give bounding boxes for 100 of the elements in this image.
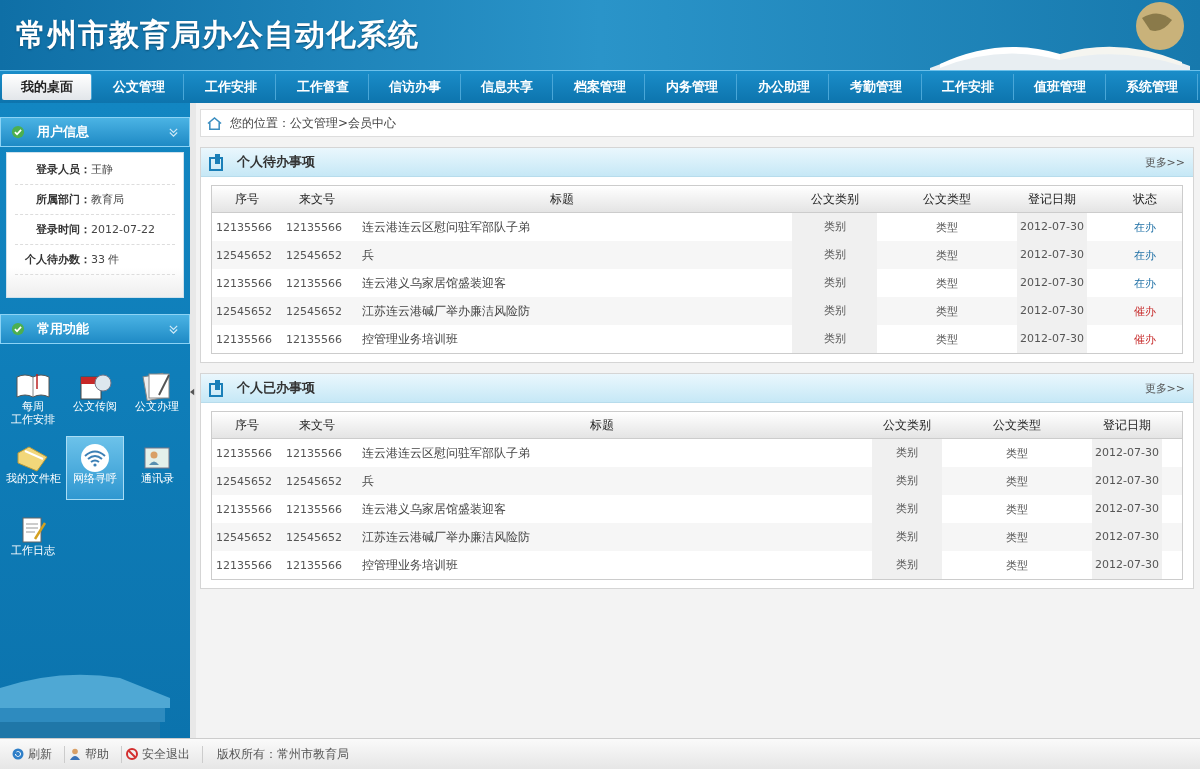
breadcrumb-text: 您的位置：公文管理>会员中心 — [230, 114, 397, 132]
column-header: 序号 — [234, 190, 260, 208]
nav-tab[interactable]: 值班管理 — [1015, 74, 1106, 100]
nav-tab[interactable]: 信访办事 — [370, 74, 461, 100]
info-value: 2012-07-22 — [91, 223, 155, 236]
check-icon — [11, 125, 25, 139]
nav-tab[interactable]: 内务管理 — [647, 74, 738, 100]
column-header: 来文号 — [298, 190, 336, 208]
refresh-link[interactable]: 刷新 — [8, 745, 65, 763]
table-cell-text: 12545652 — [215, 304, 273, 318]
panel-title: 个人已办事项 — [237, 379, 316, 397]
info-label: 登录人员： — [35, 162, 91, 177]
column-header: 标题 — [589, 416, 615, 434]
table-cell-text: 12135566 — [215, 332, 273, 346]
copyright-text: 版权所有：常州市教育局 — [217, 745, 349, 763]
table-cell: 类别 — [872, 495, 942, 523]
shortcut-label: 我的文件柜 — [5, 473, 61, 486]
more-link[interactable]: 更多>> — [1144, 154, 1185, 170]
shortcut-item[interactable]: 通讯录 — [128, 436, 186, 500]
shortcut-item[interactable]: 网络寻呼 — [66, 436, 124, 500]
panel-header[interactable]: 用户信息 — [0, 117, 190, 147]
home-icon[interactable] — [207, 115, 222, 131]
info-label: 个人待办数： — [24, 252, 91, 267]
info-label: 登录时间： — [35, 222, 91, 237]
table-cell: 类别 — [872, 467, 942, 495]
nav-tab[interactable]: 办公助理 — [739, 74, 830, 100]
help-link[interactable]: 帮助 — [65, 745, 122, 763]
nav-tab[interactable]: 公文管理 — [94, 74, 185, 100]
table-cell: 2012-07-30 — [1092, 439, 1162, 467]
info-label: 所属部门： — [35, 192, 91, 207]
shortcut-label: 通讯录 — [140, 473, 174, 486]
shortcut-item[interactable]: 公文传阅 — [66, 364, 124, 428]
table-cell: 类别 — [872, 439, 942, 467]
shortcut-item[interactable]: 工作日志 — [4, 508, 62, 572]
table-cell-text: 类型 — [1005, 501, 1029, 517]
collapse-icon[interactable] — [168, 323, 179, 335]
table-cell-text: 12545652 — [285, 304, 343, 318]
table-cell-text: 12545652 — [215, 530, 273, 544]
table-cell-text: 12135566 — [285, 332, 343, 346]
logout-link[interactable]: 安全退出 — [122, 745, 203, 763]
nav-tab[interactable]: 系统管理 — [1107, 74, 1199, 100]
shortcut-item[interactable]: 我的文件柜 — [4, 436, 62, 500]
column-header: 公文类别 — [809, 190, 860, 208]
column-header: 来文号 — [298, 416, 336, 434]
shortcut-item[interactable]: 每周 工作安排 — [4, 364, 62, 428]
nav-tab[interactable]: 工作督查 — [278, 74, 369, 100]
table-cell-text: 类型 — [1005, 557, 1029, 573]
column-header: 公文类别 — [882, 416, 932, 434]
table-cell-text: 控管理业务培训班 — [361, 556, 459, 574]
shortcut-label: 公文传阅 — [73, 401, 117, 414]
info-value: 教育局 — [91, 192, 124, 207]
nav-tab[interactable]: 工作安排 — [186, 74, 277, 100]
table-cell-text: 12135566 — [285, 276, 343, 290]
system-title: 常州市教育局办公自动化系统 — [16, 15, 419, 54]
shortcut-label: 工作安排 — [11, 413, 55, 427]
table-cell-text: 12135566 — [215, 446, 273, 460]
table-cell: 2012-07-30 — [1017, 297, 1087, 325]
column-header: 状态 — [1131, 190, 1158, 208]
column-header: 标题 — [549, 190, 575, 208]
nav-tab[interactable]: 考勤管理 — [831, 74, 922, 100]
table-cell-text: 控管理业务培训班 — [361, 330, 459, 348]
status-text: 在办 — [1132, 275, 1157, 291]
shortcut-item[interactable]: 公文办理 — [128, 364, 186, 428]
table-cell-text: 类型 — [935, 331, 959, 347]
status-text: 催办 — [1132, 303, 1157, 319]
table-cell-text: 连云港义乌家居馆盛装迎客 — [361, 274, 507, 292]
table-cell-text: 类型 — [1005, 529, 1029, 545]
table-cell: 类别 — [792, 297, 877, 325]
shortcut-label: 工作日志 — [11, 545, 55, 558]
collapse-icon[interactable] — [168, 126, 179, 138]
table-cell: 类别 — [872, 551, 942, 579]
table-cell-text: 12545652 — [285, 474, 343, 488]
nav-tab[interactable]: 工作安排 — [923, 74, 1014, 100]
panel-title: 个人待办事项 — [237, 153, 316, 171]
table-cell-text: 12135566 — [285, 502, 343, 516]
table-cell: 类别 — [792, 213, 877, 241]
table-cell-text: 类型 — [1005, 473, 1029, 489]
table-cell: 类别 — [792, 241, 877, 269]
shortcut-label: 网络寻呼 — [73, 473, 117, 486]
table-cell: 类别 — [792, 325, 877, 353]
table-cell-text: 12135566 — [215, 220, 273, 234]
table-cell-text: 连云港连云区慰问驻军部队子弟 — [361, 444, 531, 462]
nav-tab[interactable]: 档案管理 — [554, 74, 646, 100]
table-cell: 2012-07-30 — [1017, 213, 1087, 241]
person-icon — [69, 748, 81, 760]
table-cell-text: 江苏连云港碱厂举办廉洁风险防 — [361, 528, 531, 546]
nav-tab[interactable]: 我的桌面 — [2, 74, 93, 100]
check-icon — [11, 322, 25, 336]
table-cell-text: 类型 — [935, 275, 959, 291]
nav-tab[interactable]: 信息共享 — [462, 74, 553, 100]
book-icon — [15, 371, 51, 401]
table-cell-text: 12545652 — [215, 474, 273, 488]
column-header: 登记日期 — [1027, 190, 1077, 208]
column-header: 公文类型 — [922, 190, 972, 208]
table-cell: 2012-07-30 — [1092, 523, 1162, 551]
table-cell: 2012-07-30 — [1017, 325, 1087, 353]
panel-header[interactable]: 常用功能 — [0, 314, 190, 344]
calendar-icon — [77, 371, 113, 401]
more-link[interactable]: 更多>> — [1144, 380, 1185, 396]
table-cell-text: 12135566 — [215, 558, 273, 572]
